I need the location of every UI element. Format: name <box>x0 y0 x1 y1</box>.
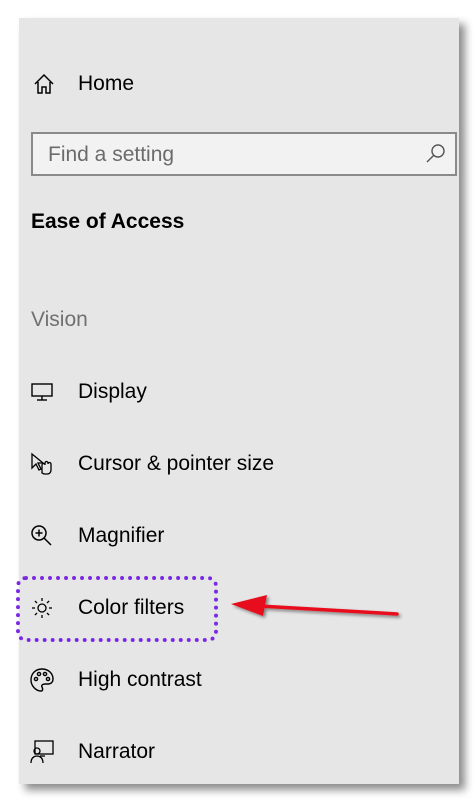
sidebar-item-label: Cursor & pointer size <box>78 452 275 475</box>
home-nav-item[interactable]: Home <box>32 68 134 100</box>
sidebar-item-color-filters[interactable]: Color filters <box>27 588 447 628</box>
display-icon <box>27 377 57 407</box>
narrator-icon <box>27 737 57 767</box>
sidebar-item-label: Magnifier <box>78 524 165 547</box>
sidebar-item-display[interactable]: Display <box>27 372 447 412</box>
high-contrast-icon <box>27 665 57 695</box>
sidebar-item-narrator[interactable]: Narrator <box>27 732 447 772</box>
magnifier-icon <box>27 521 57 551</box>
home-label: Home <box>78 72 135 95</box>
page-title: Ease of Access <box>31 210 185 233</box>
group-title-vision: Vision <box>31 308 88 331</box>
sidebar-item-cursor-pointer-size[interactable]: Cursor & pointer size <box>27 444 447 484</box>
sidebar-item-label: High contrast <box>78 668 202 691</box>
color-filters-icon <box>27 593 57 623</box>
cursor-icon <box>27 449 57 479</box>
sidebar-item-magnifier[interactable]: Magnifier <box>27 516 447 556</box>
sidebar-item-label: Display <box>78 380 147 403</box>
search-box[interactable] <box>31 132 457 176</box>
sidebar-item-label: Narrator <box>78 740 156 763</box>
search-input[interactable] <box>33 134 430 176</box>
sidebar-item-high-contrast[interactable]: High contrast <box>27 660 447 700</box>
sidebar-item-label: Color filters <box>78 596 185 619</box>
home-icon <box>32 72 56 96</box>
settings-sidebar: Home Ease of Access Vision Display <box>16 18 459 784</box>
search-icon[interactable] <box>425 143 449 167</box>
